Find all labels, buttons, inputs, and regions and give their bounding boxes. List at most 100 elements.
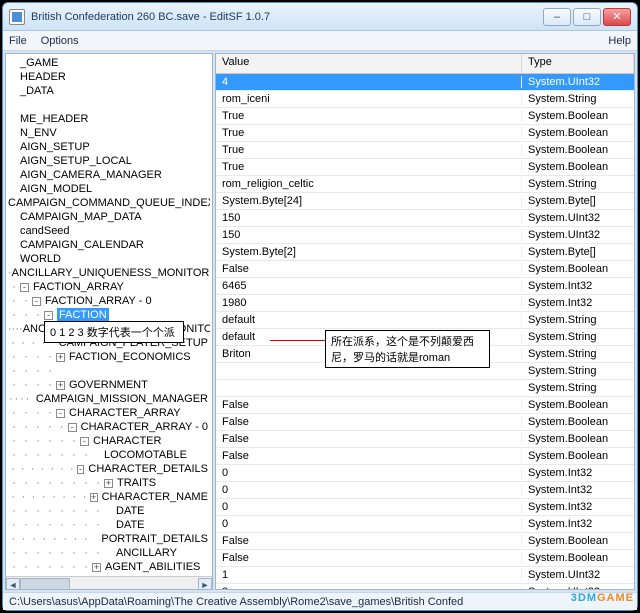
tree-node[interactable]: ··-FACTION_ARRAY - 0 [8, 294, 208, 308]
tree-node[interactable]: ········+CHARACTER_NAME [8, 490, 208, 504]
table-row[interactable]: FalseSystem.Boolean [216, 550, 634, 567]
tree-node[interactable]: ····+GOVERNMENT [8, 378, 208, 392]
tree-node[interactable]: ·······+AGENT_ABILITIES [8, 560, 208, 574]
table-row[interactable]: 1System.UInt32 [216, 567, 634, 584]
tree-node[interactable]: AIGN_SETUP_LOCAL [8, 154, 208, 168]
scroll-right-icon[interactable]: ► [198, 578, 212, 590]
tree-node[interactable]: CAMPAIGN_COMMAND_QUEUE_INDEX_TABLES [8, 196, 208, 210]
menu-file[interactable]: File [9, 35, 27, 47]
cell-value: True [216, 127, 522, 139]
tree-node[interactable]: WORLD [8, 252, 208, 266]
expand-icon[interactable]: + [56, 353, 65, 362]
cell-type: System.Int32 [522, 501, 634, 513]
tree-node[interactable]: ····CAMPAIGN_MISSION_MANAGER [8, 392, 208, 406]
table-row[interactable]: FalseSystem.Boolean [216, 431, 634, 448]
collapse-icon[interactable]: - [20, 283, 29, 292]
tree-node[interactable]: AIGN_SETUP [8, 140, 208, 154]
expand-icon[interactable]: + [56, 381, 65, 390]
close-button[interactable]: ✕ [603, 8, 631, 26]
collapse-icon[interactable]: - [80, 437, 89, 446]
table-row[interactable]: 150System.UInt32 [216, 210, 634, 227]
table-row[interactable]: defaultSystem.String [216, 312, 634, 329]
table-row[interactable]: TrueSystem.Boolean [216, 159, 634, 176]
tree-node[interactable]: HEADER [8, 70, 208, 84]
table-row[interactable]: FalseSystem.Boolean [216, 448, 634, 465]
tree-node[interactable]: ···· [8, 364, 208, 378]
tree-node[interactable]: ·······-CHARACTER_DETAILS [8, 462, 208, 476]
cell-type: System.Int32 [522, 280, 634, 292]
tree-label: CHARACTER_NAME [102, 490, 208, 504]
table-row[interactable]: rom_religion_celticSystem.String [216, 176, 634, 193]
tree-node[interactable]: ········+TRAITS [8, 476, 208, 490]
table-row[interactable]: 0System.Int32 [216, 465, 634, 482]
tree-node[interactable]: ········PORTRAIT_DETAILS [8, 532, 208, 546]
tree-node[interactable]: ME_HEADER [8, 112, 208, 126]
titlebar[interactable]: British Confederation 260 BC.save - Edit… [3, 3, 637, 31]
tree-node[interactable]: ·····-CHARACTER_ARRAY - 0 [8, 420, 208, 434]
scroll-thumb[interactable] [20, 578, 70, 590]
table-row[interactable]: System.Byte[2]System.Byte[] [216, 244, 634, 261]
table-row[interactable]: 0System.Int32 [216, 482, 634, 499]
collapse-icon[interactable]: - [56, 409, 65, 418]
cell-type: System.Boolean [522, 535, 634, 547]
table-row[interactable]: FalseSystem.Boolean [216, 533, 634, 550]
expand-icon[interactable]: + [104, 479, 113, 488]
tree-node[interactable]: ········ANCILLARY [8, 546, 208, 560]
menu-help[interactable]: Help [608, 35, 631, 47]
table-row[interactable]: FalseSystem.Boolean [216, 261, 634, 278]
tree-node[interactable]: AIGN_MODEL [8, 182, 208, 196]
tree-node[interactable] [8, 98, 208, 112]
tree-node[interactable]: AIGN_CAMERA_MANAGER [8, 168, 208, 182]
collapse-icon[interactable]: - [32, 297, 41, 306]
tree-node[interactable]: ········DATE [8, 504, 208, 518]
table-row[interactable]: System.Byte[24]System.Byte[] [216, 193, 634, 210]
tree-node[interactable]: ······-CHARACTER [8, 434, 208, 448]
minimize-button[interactable]: – [543, 8, 571, 26]
tree-node[interactable]: CAMPAIGN_CALENDAR [8, 238, 208, 252]
table-row[interactable]: TrueSystem.Boolean [216, 125, 634, 142]
col-type[interactable]: Type [522, 54, 634, 73]
tree-node[interactable]: ·-FACTION_ARRAY [8, 280, 208, 294]
tree-node[interactable]: ········DATE [8, 518, 208, 532]
tree-label: AIGN_MODEL [20, 182, 92, 196]
collapse-icon[interactable]: - [68, 423, 77, 432]
tree-node[interactable]: CAMPAIGN_MAP_DATA [8, 210, 208, 224]
collapse-icon[interactable]: - [77, 465, 85, 474]
cell-value: True [216, 161, 522, 173]
table-row[interactable]: FalseSystem.Boolean [216, 397, 634, 414]
tree-node[interactable]: ···-FACTION [8, 308, 208, 322]
table-row[interactable]: TrueSystem.Boolean [216, 108, 634, 125]
table-row[interactable]: rom_iceniSystem.String [216, 91, 634, 108]
tree-node[interactable]: _DATA [8, 84, 208, 98]
expand-icon[interactable]: + [90, 493, 98, 502]
tree-node[interactable]: N_ENV [8, 126, 208, 140]
table-row[interactable]: TrueSystem.Boolean [216, 142, 634, 159]
tree-label: _DATA [20, 84, 54, 98]
table-row[interactable]: 0System.Int32 [216, 499, 634, 516]
cell-value: rom_iceni [216, 93, 522, 105]
table-row[interactable]: System.String [216, 380, 634, 397]
table-row[interactable]: 4System.UInt32 [216, 74, 634, 91]
table-row[interactable]: 0System.Int32 [216, 516, 634, 533]
tree-node[interactable]: ·ANCILLARY_UNIQUENESS_MONITOR [8, 266, 208, 280]
table-row[interactable]: 150System.UInt32 [216, 227, 634, 244]
col-value[interactable]: Value [216, 54, 522, 73]
tree-label: AIGN_SETUP [20, 140, 90, 154]
cell-type: System.Boolean [522, 399, 634, 411]
menu-options[interactable]: Options [41, 35, 79, 47]
tree-hscrollbar[interactable]: ◄ ► [6, 576, 212, 589]
tree-node[interactable]: _GAME [8, 56, 208, 70]
cell-type: System.Boolean [522, 263, 634, 275]
tree-node[interactable]: ····-CHARACTER_ARRAY [8, 406, 208, 420]
tree-node[interactable]: ····+FACTION_ECONOMICS [8, 350, 208, 364]
maximize-button[interactable]: □ [573, 8, 601, 26]
collapse-icon[interactable]: - [44, 311, 53, 320]
tree-view[interactable]: _GAMEHEADER_DATAME_HEADERN_ENVAIGN_SETUP… [6, 54, 210, 576]
scroll-left-icon[interactable]: ◄ [6, 578, 20, 590]
tree-node[interactable]: ·······LOCOMOTABLE [8, 448, 208, 462]
table-row[interactable]: 6465System.Int32 [216, 278, 634, 295]
table-row[interactable]: FalseSystem.Boolean [216, 414, 634, 431]
tree-node[interactable]: candSeed [8, 224, 208, 238]
table-row[interactable]: 1980System.Int32 [216, 295, 634, 312]
expand-icon[interactable]: + [92, 563, 101, 572]
